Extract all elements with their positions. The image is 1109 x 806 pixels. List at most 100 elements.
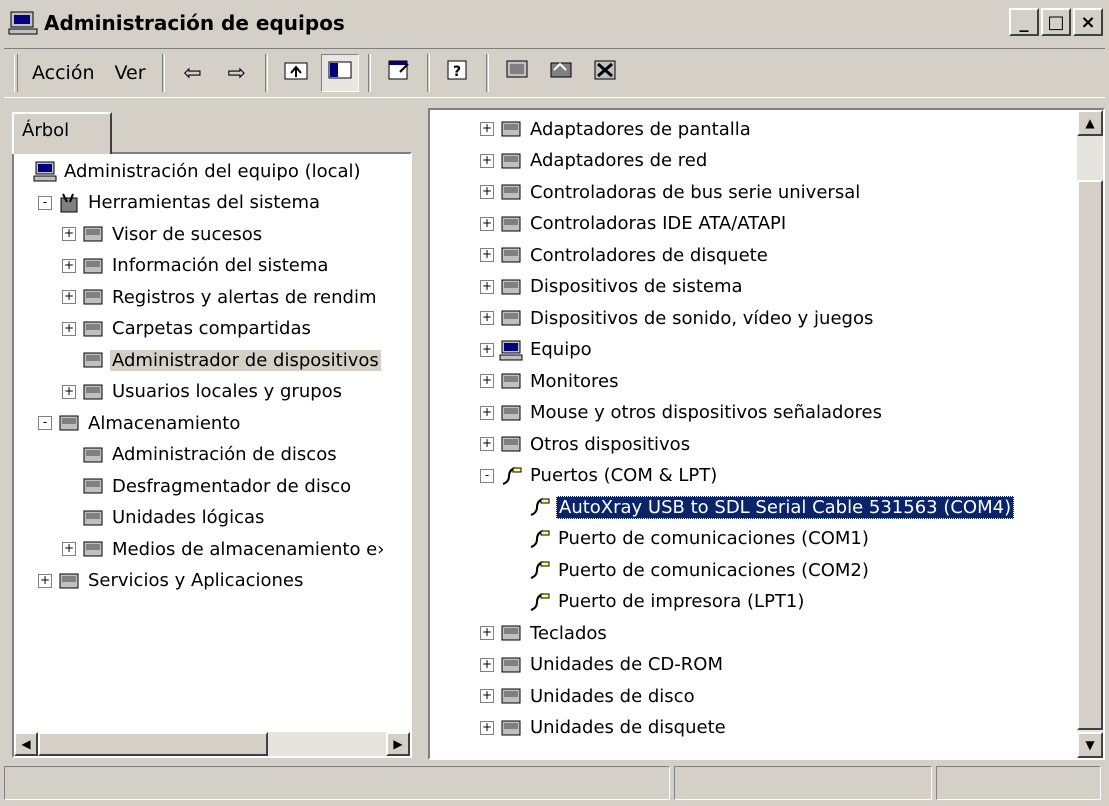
expand-icon[interactable]: + (480, 626, 494, 640)
expand-icon[interactable]: + (480, 311, 494, 325)
tools-icon (56, 191, 82, 215)
display-adapter-icon (498, 117, 524, 141)
status-panel-2 (674, 766, 932, 800)
tree-item[interactable]: + Teclados (480, 618, 609, 648)
expand-icon[interactable]: + (480, 342, 494, 357)
tree-item[interactable]: Desfragmentador de disco (62, 471, 353, 501)
tree-item[interactable]: + Usuarios locales y grupos (62, 377, 344, 407)
tree-item[interactable]: Unidades lógicas (62, 503, 266, 533)
tree-item[interactable]: Puerto de comunicaciones (COM2) (508, 555, 871, 585)
tree-item[interactable]: Administración del equipo (local) (14, 156, 363, 186)
tree-item[interactable]: AutoXray USB to SDL Serial Cable 531563 … (508, 492, 1015, 522)
expand-icon[interactable]: + (62, 290, 76, 304)
title-bar[interactable]: Administración de equipos _ □ × (4, 4, 1105, 42)
expand-icon[interactable]: + (62, 227, 76, 241)
tree-item[interactable]: - Puertos (COM & LPT) (480, 461, 719, 491)
scroll-right-button[interactable]: ▶ (386, 732, 410, 756)
tree-item[interactable]: Administración de discos (62, 440, 339, 470)
scroll-left-button[interactable]: ◀ (14, 732, 38, 756)
expand-icon[interactable]: + (62, 258, 76, 273)
expand-icon[interactable]: + (480, 689, 494, 703)
services-icon (56, 569, 82, 593)
tree-item[interactable]: + Unidades de CD-ROM (480, 650, 725, 680)
vertical-scrollbar[interactable]: ▲ ▼ (1077, 110, 1103, 758)
expand-icon[interactable]: + (38, 573, 52, 588)
expand-icon[interactable]: + (62, 542, 76, 556)
tree-item[interactable]: + Visor de sucesos (62, 219, 264, 249)
computer-icon (498, 338, 524, 362)
uninstall-device-button[interactable] (586, 54, 624, 92)
expand-icon[interactable]: + (480, 153, 494, 168)
scroll-thumb[interactable] (38, 732, 268, 756)
device-tree[interactable]: ▲ ▼ + Adaptadores de pantalla + Adaptadores… (428, 108, 1105, 760)
expand-icon[interactable]: + (480, 437, 494, 451)
collapse-icon[interactable]: - (38, 195, 52, 210)
tree-item[interactable]: Puerto de comunicaciones (COM1) (508, 524, 871, 554)
status-bar (4, 766, 1105, 802)
update-driver-button[interactable] (542, 54, 580, 92)
disk-drive-icon (498, 684, 524, 708)
tree-item[interactable]: + Controladoras IDE ATA/ATAPI (480, 209, 788, 239)
tree-item[interactable]: + Servicios y Aplicaciones (38, 566, 305, 596)
tree-item[interactable]: - Almacenamiento (38, 408, 242, 438)
scroll-up-button[interactable]: ▲ (1077, 110, 1103, 136)
scroll-down-button[interactable]: ▼ (1077, 732, 1103, 758)
up-level-button[interactable] (277, 54, 315, 92)
menu-accion[interactable]: Acción (22, 62, 105, 84)
expand-icon[interactable]: + (480, 657, 494, 672)
maximize-button[interactable]: □ (1041, 8, 1071, 36)
scroll-thumb[interactable] (1077, 180, 1103, 730)
close-button[interactable]: × (1073, 8, 1103, 36)
tree-item[interactable]: + Controladores de disquete (480, 240, 770, 270)
expand-icon[interactable]: + (480, 405, 494, 420)
mouse-icon (498, 401, 524, 425)
tree-item[interactable]: + Unidades de disco (480, 681, 697, 711)
collapse-icon[interactable]: - (38, 416, 52, 430)
tree-item[interactable]: + Monitores (480, 366, 620, 396)
system-info-icon (80, 254, 106, 278)
expand-icon[interactable]: + (480, 122, 494, 136)
minimize-button[interactable]: _ (1009, 8, 1039, 36)
horizontal-scrollbar[interactable]: ◀ ▶ (14, 732, 410, 756)
tree-item[interactable]: + Medios de almacenamiento e› (62, 534, 386, 564)
tree-item[interactable]: + Equipo (480, 335, 594, 365)
tree-item[interactable]: Administrador de dispositivos (62, 345, 381, 375)
tree-item-label: Puertos (COM & LPT) (530, 465, 718, 486)
console-tree[interactable]: ◀ ▶ Administración del equipo (local) - He… (12, 152, 412, 758)
expand-icon[interactable]: + (480, 216, 494, 231)
expand-icon[interactable]: + (480, 279, 494, 294)
tree-item[interactable]: + Controladoras de bus serie universal (480, 177, 862, 207)
tree-item[interactable]: Puerto de impresora (LPT1) (508, 587, 806, 617)
tree-item[interactable]: + Otros dispositivos (480, 429, 692, 459)
computer-icon (32, 159, 58, 183)
collapse-icon[interactable]: - (480, 468, 494, 483)
expand-icon[interactable]: + (62, 384, 76, 399)
show-tree-button[interactable] (320, 54, 359, 92)
toolbar-grip[interactable] (14, 54, 18, 92)
expand-icon[interactable]: + (480, 248, 494, 262)
back-button[interactable]: ⇦ (174, 54, 212, 92)
scan-hardware-button[interactable] (498, 54, 536, 92)
tree-item[interactable]: - Herramientas del sistema (38, 188, 322, 218)
tab-arbol[interactable]: Árbol (12, 112, 112, 154)
expand-icon[interactable]: + (480, 374, 494, 388)
tree-item[interactable]: + Dispositivos de sonido, vídeo y juegos (480, 303, 875, 333)
tree-item-label: AutoXray USB to SDL Serial Cable 531563 … (556, 495, 1015, 519)
tree-item[interactable]: + Adaptadores de pantalla (480, 114, 753, 144)
tree-item-label: Herramientas del sistema (88, 192, 321, 213)
tree-item[interactable]: + Registros y alertas de rendim (62, 282, 379, 312)
svg-text:?: ? (453, 64, 461, 80)
expand-icon[interactable]: + (480, 720, 494, 735)
forward-button[interactable]: ⇨ (218, 54, 256, 92)
help-button[interactable]: ? (439, 54, 477, 92)
tree-item[interactable]: + Adaptadores de red (480, 146, 709, 176)
menu-ver[interactable]: Ver (105, 62, 156, 84)
tree-item[interactable]: + Mouse y otros dispositivos señaladores (480, 398, 884, 428)
expand-icon[interactable]: + (480, 185, 494, 199)
tree-item[interactable]: + Carpetas compartidas (62, 314, 313, 344)
properties-button[interactable] (380, 54, 418, 92)
expand-icon[interactable]: + (62, 321, 76, 336)
tree-item[interactable]: + Dispositivos de sistema (480, 272, 745, 302)
tree-item[interactable]: + Unidades de disquete (480, 713, 728, 743)
tree-item[interactable]: + Información del sistema (62, 251, 330, 281)
